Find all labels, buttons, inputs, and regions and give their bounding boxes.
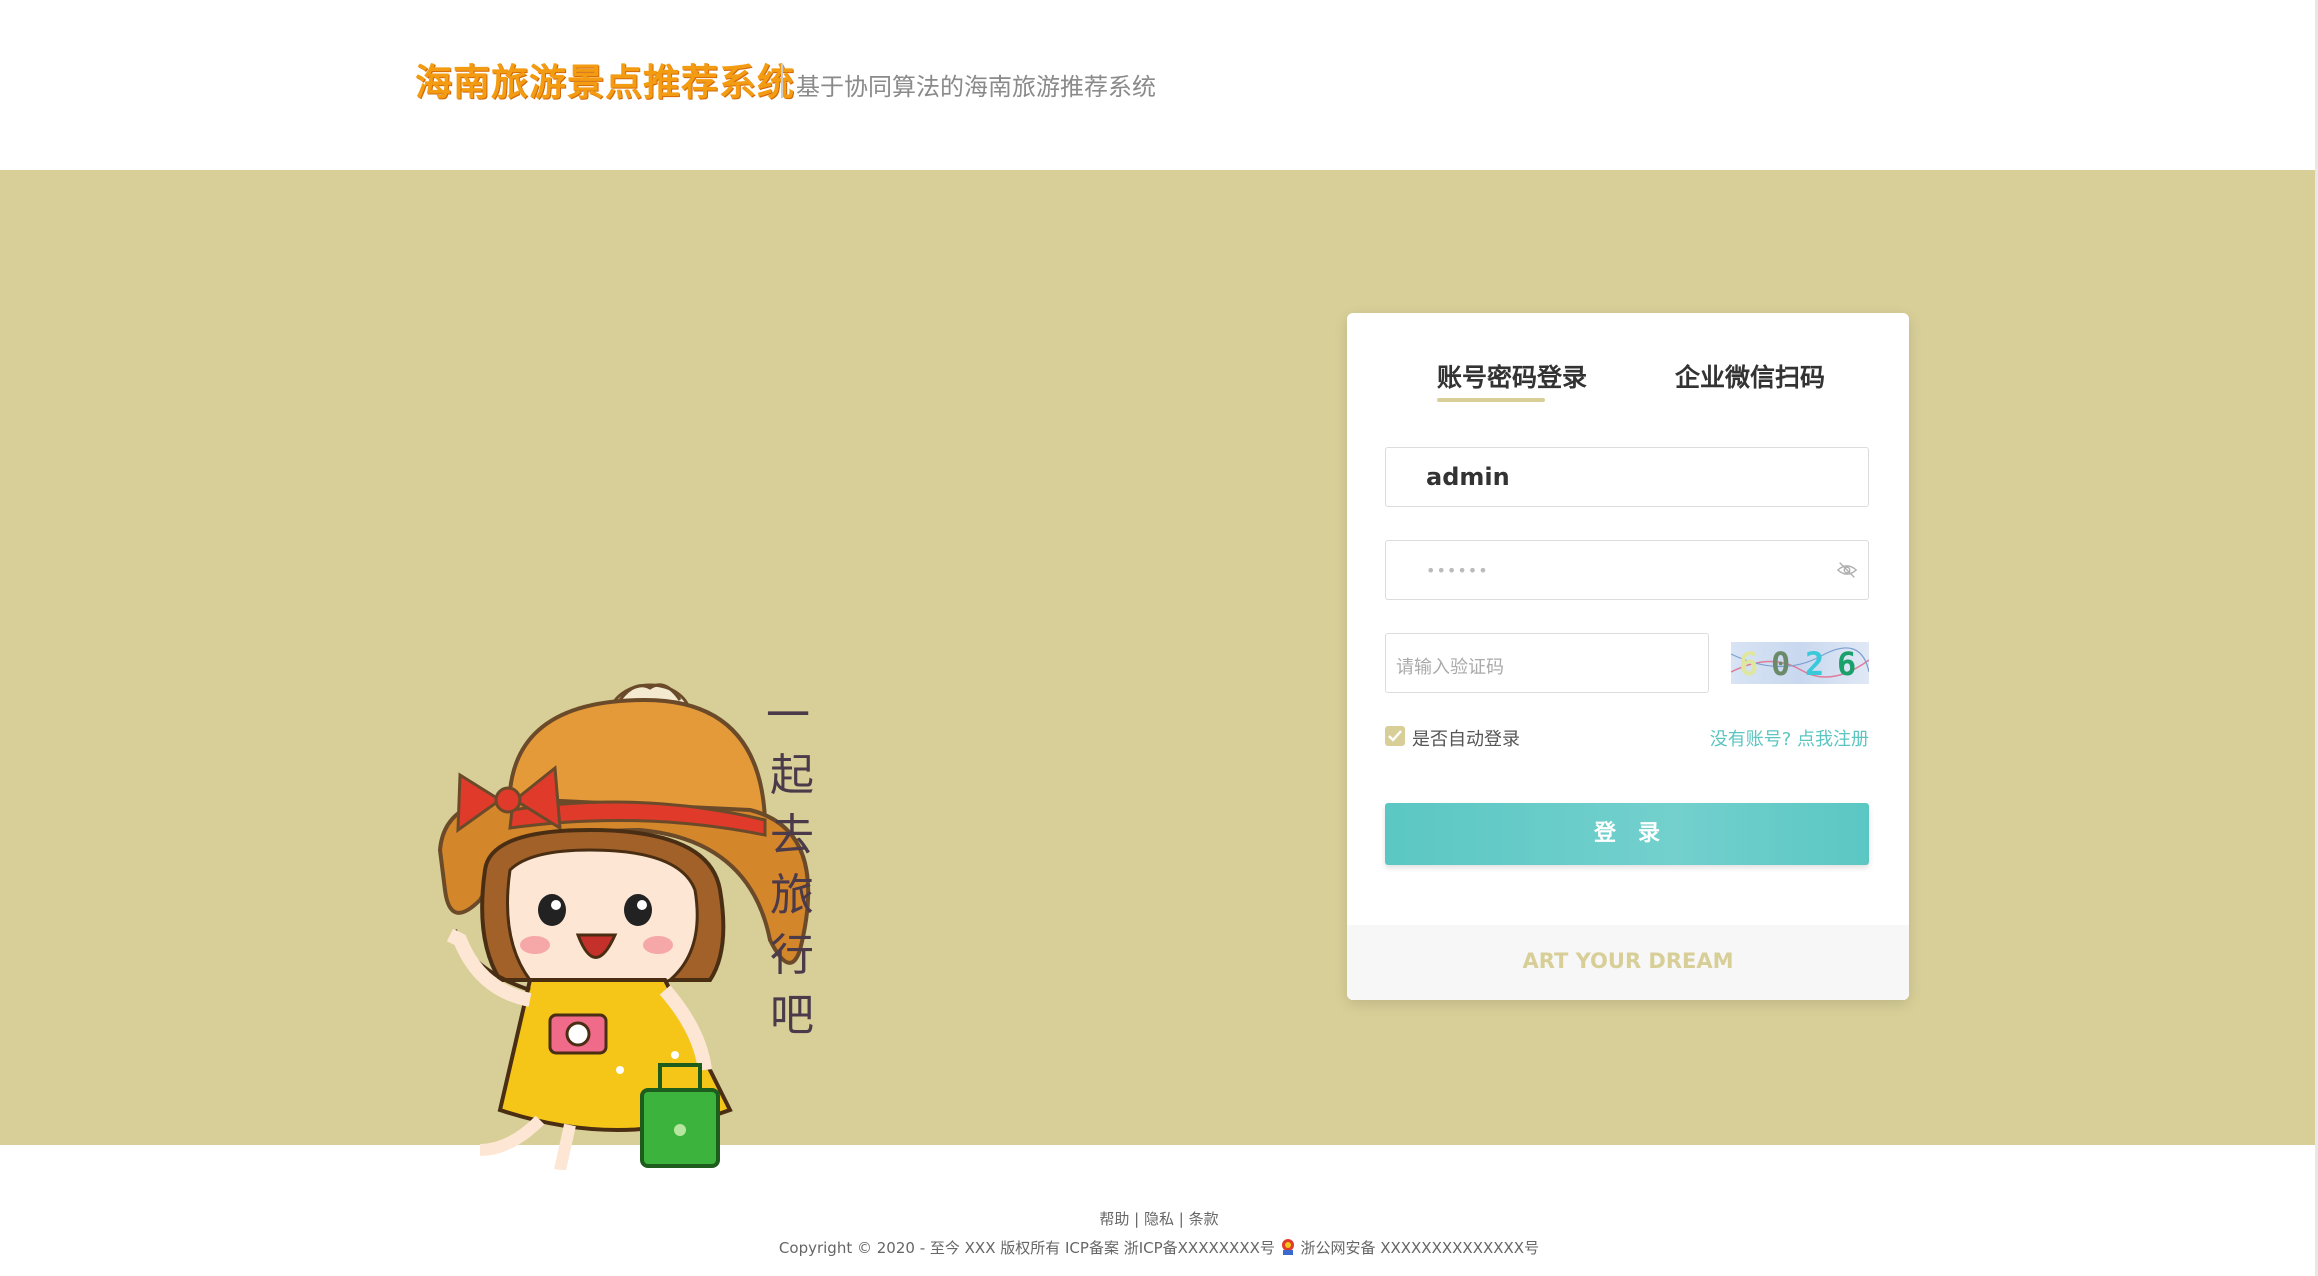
footer-link-privacy[interactable]: 隐私 xyxy=(1144,1210,1174,1228)
check-icon xyxy=(1388,730,1402,742)
site-logo[interactable]: 海南旅游景点推荐系统 xyxy=(415,52,795,106)
auto-login-label[interactable]: 是否自动登录 xyxy=(1412,725,1520,751)
password-input[interactable]: •••••• xyxy=(1385,540,1869,600)
login-card: 账号密码登录 企业微信扫码 admin •••••• 请输入验证码 6 0 2 … xyxy=(1347,313,1909,1000)
footer-separator: | xyxy=(1134,1210,1140,1228)
login-button[interactable]: 登录 xyxy=(1385,803,1869,865)
header-divider xyxy=(781,64,783,98)
captcha-image[interactable]: 6 0 2 6 xyxy=(1731,642,1869,684)
auto-login-checkbox[interactable] xyxy=(1385,726,1405,746)
password-value: •••••• xyxy=(1426,561,1489,580)
register-link[interactable]: 没有账号? 点我注册 xyxy=(1710,725,1869,751)
caption-char: 一 xyxy=(766,690,810,741)
caption-char: 起 xyxy=(770,750,814,801)
caption-char: 去 xyxy=(770,810,814,861)
page-header: 海南旅游景点推荐系统 基于协同算法的海南旅游推荐系统 xyxy=(0,0,2318,170)
tab-wechat-login[interactable]: 企业微信扫码 xyxy=(1675,358,1825,394)
footer-separator: | xyxy=(1178,1210,1184,1228)
username-input[interactable]: admin xyxy=(1385,447,1869,507)
police-record-text[interactable]: 浙公网安备 XXXXXXXXXXXXXX号 xyxy=(1300,1239,1539,1257)
captcha-placeholder: 请输入验证码 xyxy=(1396,657,1504,678)
site-subtitle: 基于协同算法的海南旅游推荐系统 xyxy=(796,73,1156,101)
travel-girl-illustration: 一 起 去 旅 行 吧 xyxy=(437,683,814,1170)
captcha-char: 2 xyxy=(1805,645,1825,683)
police-badge-icon xyxy=(1281,1239,1294,1255)
footer-link-help[interactable]: 帮助 xyxy=(1099,1210,1129,1228)
caption-char: 旅 xyxy=(770,870,814,921)
copyright-text: Copyright © 2020 - 至今 XXX 版权所有 ICP备案 浙IC… xyxy=(778,1239,1275,1257)
active-tab-indicator xyxy=(1437,398,1545,402)
footer-links: 帮助 | 隐私 | 条款 xyxy=(0,1208,2318,1229)
login-banner: 一 起 去 旅 行 吧 xyxy=(0,170,2318,1170)
captcha-char: 6 xyxy=(1837,645,1857,683)
footer-link-terms[interactable]: 条款 xyxy=(1189,1210,1219,1228)
camera-icon xyxy=(548,1013,608,1055)
captcha-char: 6 xyxy=(1739,645,1759,683)
caption-char: 行 xyxy=(770,930,814,981)
card-footer: ART YOUR DREAM xyxy=(1347,925,1909,1000)
captcha-char: 0 xyxy=(1771,645,1791,683)
eye-off-icon[interactable] xyxy=(1836,559,1858,581)
footer-copyright: Copyright © 2020 - 至今 XXX 版权所有 ICP备案 浙IC… xyxy=(0,1237,2318,1258)
captcha-input[interactable]: 请输入验证码 xyxy=(1385,633,1709,693)
tab-account-login[interactable]: 账号密码登录 xyxy=(1437,358,1587,394)
username-value: admin xyxy=(1426,463,1510,491)
card-footer-slogan: ART YOUR DREAM xyxy=(1522,949,1734,973)
caption-char: 吧 xyxy=(770,990,814,1041)
